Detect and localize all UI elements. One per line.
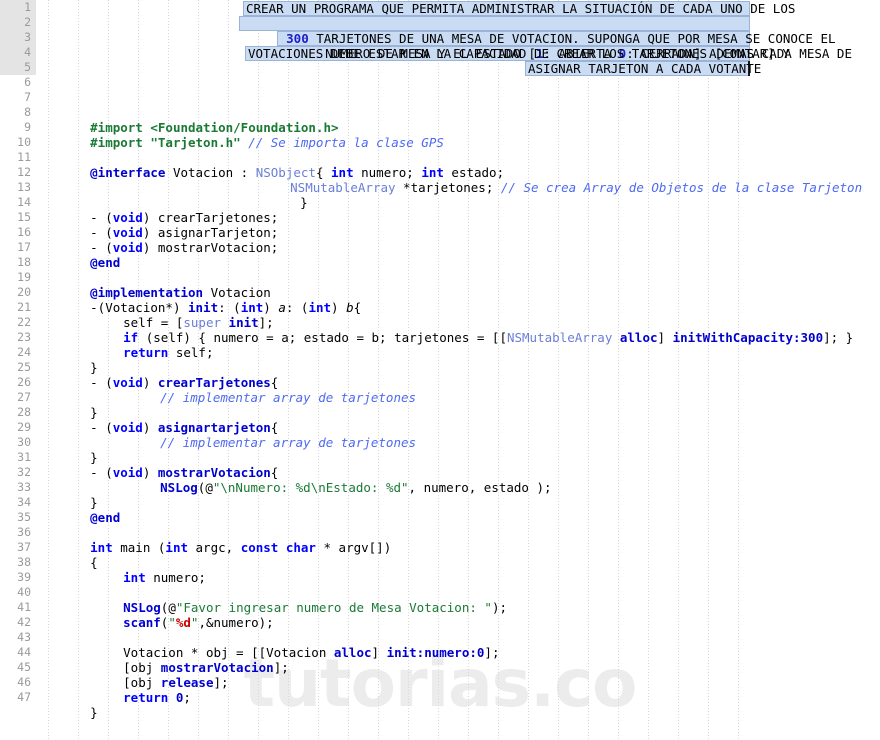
- code-line-19: @implementation Votacion: [45, 270, 271, 300]
- code-line-12: NSMutableArray *tarjetones; // Se crea A…: [245, 165, 862, 195]
- code-line-28: - (void) asignartarjeton{: [45, 405, 278, 435]
- code-line-25: - (void) crearTarjetones{: [45, 360, 278, 390]
- code-line-16: - (void) mostrarVotacion;: [45, 225, 278, 255]
- char-keyword: char: [285, 540, 316, 555]
- code-line-15: - (void) asignarTarjeton;: [45, 210, 278, 240]
- const-keyword: const: [240, 540, 279, 555]
- close-brace: }: [300, 195, 308, 210]
- code-line-41: scanf("%d",&numero);: [78, 600, 274, 630]
- return-value: self;: [168, 345, 214, 360]
- initwithcapacity-call: initWithCapacity:: [672, 330, 801, 345]
- import-keyword: #import: [90, 135, 143, 150]
- method-dash: - (: [90, 420, 113, 435]
- code-line-27: }: [45, 390, 98, 420]
- line-end: ];: [273, 660, 289, 675]
- argc-param: argc,: [188, 540, 241, 555]
- inline-comment: // Se importa la clase GPS: [248, 135, 444, 150]
- int-keyword: int: [308, 300, 332, 315]
- code-line-47: }: [45, 690, 98, 720]
- code-line-17: @end: [45, 240, 120, 270]
- todo-comment: // implementar array de tarjetones: [160, 435, 417, 450]
- alloc-call: alloc: [619, 330, 658, 345]
- open-brace: {: [353, 300, 362, 315]
- scanf-call: scanf: [123, 615, 161, 630]
- int-keyword: int: [165, 540, 188, 555]
- code-line-21: self = [super init];: [78, 300, 274, 330]
- param-a: a: [278, 300, 286, 315]
- code-line-45: [obj release];: [78, 660, 228, 690]
- code-line-30: }: [45, 435, 98, 465]
- code-line-43: Votacion * obj = [[Votacion alloc] init:…: [78, 630, 499, 660]
- nslog-args: , numero, estado );: [408, 480, 552, 495]
- import-path: "Tarjeton.h": [142, 135, 249, 150]
- close-paren: );: [491, 600, 507, 615]
- sig-part: : (: [285, 300, 309, 315]
- number-300: 300: [800, 330, 824, 345]
- code-line-29: // implementar array de tarjetones: [115, 420, 416, 450]
- return-keyword: return: [123, 690, 169, 705]
- code-line-33: }: [45, 480, 98, 510]
- sig-part: ): [331, 300, 347, 315]
- var-tarjetones: *tarjetones;: [395, 180, 501, 195]
- param-b: b: [346, 300, 354, 315]
- return-keyword: return: [123, 345, 169, 360]
- quote: ": [168, 615, 176, 630]
- nslog-call: NSLog: [160, 480, 198, 495]
- at-paren: (@: [197, 480, 213, 495]
- semicolon: ;: [183, 690, 191, 705]
- class-name-text: Votacion :: [165, 165, 256, 180]
- end-directive: @end: [90, 510, 121, 525]
- close-bracket: ]: [657, 330, 673, 345]
- code-line-32: NSLog(@"\nNumero: %d\nEstado: %d", numer…: [115, 465, 551, 495]
- alloc-call: alloc: [333, 645, 372, 660]
- method-dash: - (: [90, 375, 113, 390]
- code-line-36: int main (int argc, const char * argv[]): [45, 525, 391, 555]
- nsmutablearray-class: NSMutableArray: [506, 330, 613, 345]
- line-end: ];: [484, 645, 500, 660]
- var-numero: numero;: [145, 570, 206, 585]
- code-line-14: - (void) crearTarjetones;: [45, 195, 278, 225]
- code-line-46: return 0;: [78, 675, 191, 705]
- main-signature: main (: [112, 540, 166, 555]
- code-line-38: int numero;: [78, 555, 206, 585]
- inline-comment: // Se crea Array de Objetos de la clase …: [500, 180, 863, 195]
- code-line-44: [obj mostrarVotacion];: [78, 645, 289, 675]
- code-line-37: {: [45, 540, 98, 570]
- code-line-26: // implementar array de tarjetones: [115, 375, 416, 405]
- code-line-11: @interface Votacion : NSObject{ int nume…: [45, 150, 504, 180]
- line-end: ]; }: [823, 330, 854, 345]
- interface-keyword: @interface: [90, 165, 166, 180]
- method-dash: - (: [90, 465, 113, 480]
- scanf-args: ,&numero);: [198, 615, 274, 630]
- init-call: init:numero:: [386, 645, 477, 660]
- code-line-13: }: [255, 180, 308, 210]
- code-line-31: - (void) mostrarVotacion{: [45, 450, 278, 480]
- code-line-34: @end: [45, 495, 120, 525]
- code-line-24: }: [45, 345, 98, 375]
- code-editor[interactable]: tutorias.co 1 2 3 4 5 6 7 8 9 10 11 12 13 14 15 16 17 18 1…: [0, 0, 880, 740]
- code-line-22: if (self) { numero = a; estado = b; tarj…: [78, 315, 853, 345]
- line-end: ];: [213, 675, 229, 690]
- code-line-20: -(Votacion*) init: (int) a: (int) b{: [45, 285, 361, 315]
- code-line-8: #import <Foundation/Foundation.h>: [45, 105, 338, 135]
- todo-comment: // implementar array de tarjetones: [160, 390, 417, 405]
- code-line-9: #import "Tarjeton.h" // Se importa la cl…: [45, 120, 444, 150]
- code-line-40: NSLog(@"Favor ingresar numero de Mesa Vo…: [78, 585, 507, 615]
- code-content[interactable]: #import <Foundation/Foundation.h> #impor…: [0, 0, 880, 740]
- close-bracket: ]: [371, 645, 387, 660]
- end-directive: @end: [90, 255, 121, 270]
- argv-param: * argv[]): [315, 540, 392, 555]
- code-line-23: return self;: [78, 330, 213, 360]
- int-keyword: int: [123, 570, 146, 585]
- method-decl: ) mostrarVotacion;: [142, 240, 279, 255]
- format-string: "\nNumero: %d\nEstado: %d": [212, 480, 409, 495]
- format-specifier: %d: [175, 615, 191, 630]
- close-brace: }: [90, 705, 98, 720]
